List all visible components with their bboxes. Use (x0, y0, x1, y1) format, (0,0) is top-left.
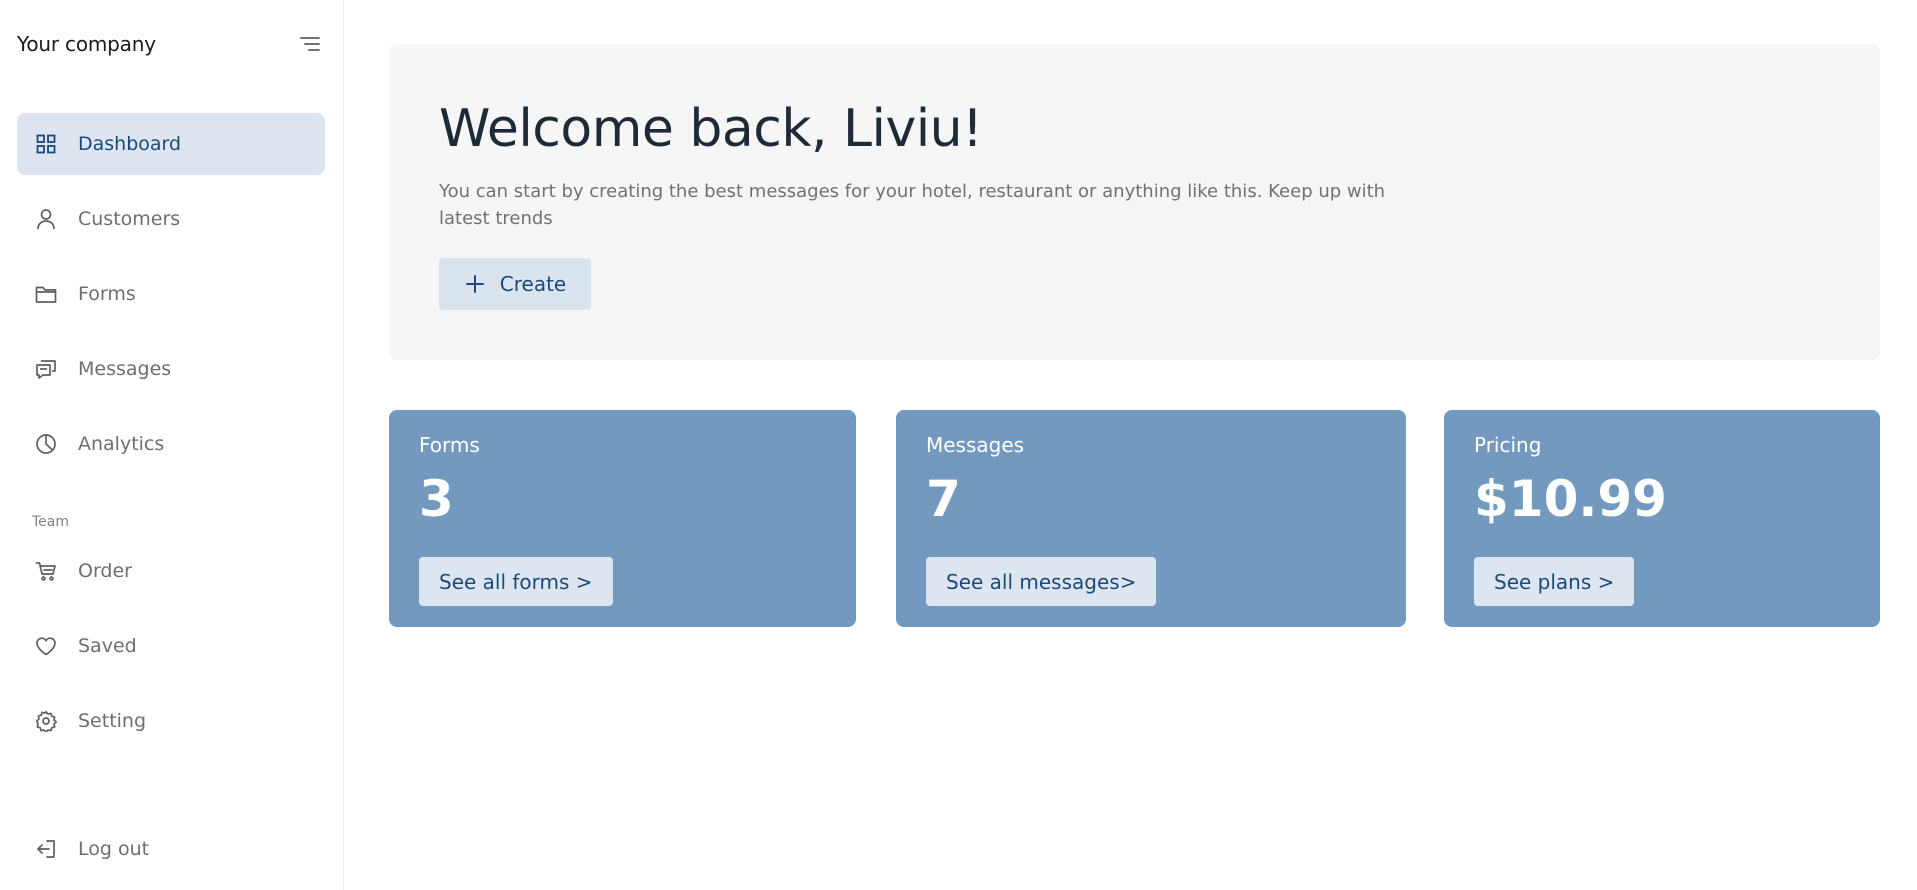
card-value: 3 (419, 470, 454, 528)
sidebar-item-forms[interactable]: Forms (17, 263, 325, 325)
heart-icon (34, 634, 58, 658)
sidebar-item-saved[interactable]: Saved (17, 615, 325, 677)
sidebar-item-label: Saved (78, 635, 137, 657)
see-all-messages-button[interactable]: See all messages> (926, 557, 1157, 606)
brand-name: Your company (17, 32, 156, 56)
logout-icon (34, 837, 58, 861)
create-button[interactable]: Create (439, 258, 591, 310)
chat-icon (34, 357, 58, 381)
sidebar-item-label: Setting (78, 710, 147, 732)
messages-card: Messages 7 See all messages> (896, 410, 1406, 627)
see-all-forms-button[interactable]: See all forms > (419, 557, 613, 606)
sidebar-item-label: Customers (78, 208, 181, 230)
logout-section: Log out (17, 818, 325, 890)
welcome-title: Welcome back, Liviu! (439, 99, 983, 159)
sidebar-nav: Dashboard Customers Forms Messages Analy… (17, 113, 325, 488)
brand-row: Your company (17, 30, 323, 58)
logout-label: Log out (78, 838, 150, 860)
main-content: Welcome back, Liviu! You can start by cr… (344, 0, 1917, 890)
gear-icon (34, 709, 58, 733)
card-value: 7 (926, 470, 961, 528)
card-title: Forms (419, 433, 480, 457)
see-plans-button[interactable]: See plans > (1474, 557, 1635, 606)
card-title: Pricing (1474, 433, 1542, 457)
sidebar-item-label: Dashboard (78, 133, 182, 155)
sidebar-item-label: Analytics (78, 433, 165, 455)
pricing-card: Pricing $10.99 See plans > (1444, 410, 1880, 627)
card-value: $10.99 (1474, 470, 1667, 528)
create-button-label: Create (499, 272, 567, 296)
plus-icon (464, 273, 486, 295)
menu-lines-icon[interactable] (297, 31, 323, 57)
sidebar-item-setting[interactable]: Setting (17, 690, 325, 752)
forms-card: Forms 3 See all forms > (389, 410, 856, 627)
sidebar: Your company Dashboard Customers Forms M… (0, 0, 344, 890)
app-root: Your company Dashboard Customers Forms M… (0, 0, 1917, 890)
sidebar-item-order[interactable]: Order (17, 540, 325, 602)
section-label-team: Team (32, 514, 70, 530)
grid-icon (34, 132, 58, 156)
sidebar-item-messages[interactable]: Messages (17, 338, 325, 400)
logout-button[interactable]: Log out (17, 818, 325, 880)
cart-icon (34, 559, 58, 583)
welcome-banner: Welcome back, Liviu! You can start by cr… (389, 44, 1880, 360)
folder-icon (34, 282, 58, 306)
sidebar-item-label: Messages (78, 358, 172, 380)
sidebar-item-dashboard[interactable]: Dashboard (17, 113, 325, 175)
pie-chart-icon (34, 432, 58, 456)
sidebar-item-label: Order (78, 560, 132, 582)
sidebar-item-customers[interactable]: Customers (17, 188, 325, 250)
team-nav: Order Saved Setting (17, 540, 325, 765)
welcome-description: You can start by creating the best messa… (439, 181, 1386, 229)
user-icon (34, 207, 58, 231)
sidebar-item-analytics[interactable]: Analytics (17, 413, 325, 475)
sidebar-item-label: Forms (78, 283, 136, 305)
card-title: Messages (926, 433, 1025, 457)
